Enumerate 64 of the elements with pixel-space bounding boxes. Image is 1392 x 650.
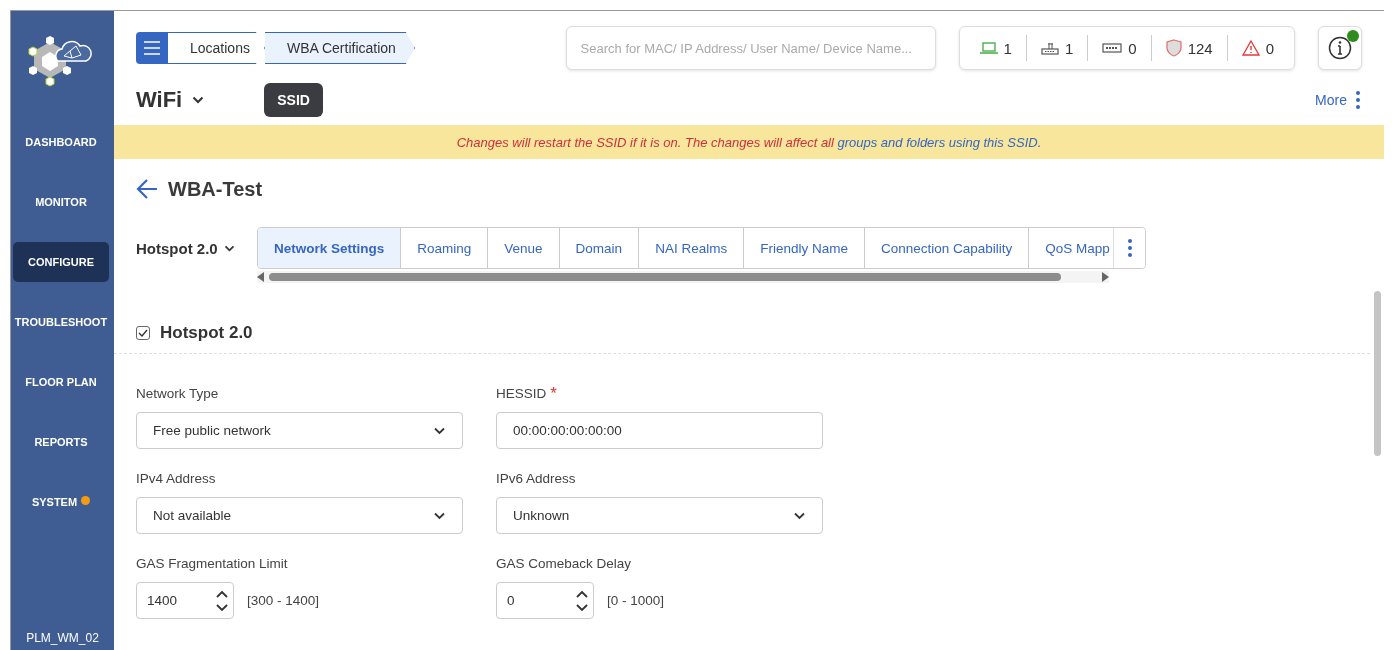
- counter-value[interactable]: 0: [1265, 39, 1274, 57]
- select-field[interactable]: Free public network: [136, 412, 463, 449]
- more-tabs-button[interactable]: [1113, 228, 1145, 268]
- shield-icon: [1165, 39, 1182, 57]
- profile-dropdown[interactable]: Hotspot 2.0: [136, 227, 257, 269]
- nav-item[interactable]: MONITOR: [13, 182, 109, 222]
- laptop-icon: [979, 42, 998, 54]
- checkbox[interactable]: [136, 326, 150, 340]
- more-icon: [1127, 239, 1132, 257]
- search-field[interactable]: Search for MAC/ IP Address/ User Name/ Device Name...: [565, 26, 936, 70]
- nav-item[interactable]: DASHBOARD: [13, 122, 109, 162]
- nav-item[interactable]: CONFIGURE: [13, 242, 109, 282]
- scroll-left-icon[interactable]: [257, 272, 265, 282]
- breadcrumb-item[interactable]: WBA Certification: [264, 32, 415, 64]
- select-field[interactable]: Not available: [136, 497, 463, 534]
- counter-value[interactable]: 0: [1128, 39, 1137, 57]
- nav-item[interactable]: FLOOR PLAN: [13, 362, 109, 402]
- more-button[interactable]: More: [1315, 91, 1360, 109]
- number-field[interactable]: 0: [496, 582, 594, 619]
- field-label: Network Type: [136, 386, 219, 401]
- vertical-scrollbar[interactable]: [1374, 291, 1381, 456]
- groups-link[interactable]: groups and folders using this SSID.: [837, 134, 1042, 150]
- nav-item[interactable]: SYSTEM: [13, 482, 109, 522]
- input-field[interactable]: 00:00:00:00:00:00: [496, 412, 823, 449]
- chevron-down-icon: [433, 511, 446, 520]
- counter-value[interactable]: 124: [1187, 39, 1213, 57]
- switch-icon: [1102, 43, 1123, 53]
- field-label: IPv4 Address: [136, 471, 216, 486]
- warning-message: Changes will restart the SSID if it is on. The changes will affect all groups and folders using this SSID.: [456, 134, 1042, 150]
- back-arrow-icon[interactable]: [136, 179, 158, 199]
- chevron-down-icon: [433, 426, 446, 435]
- warning-icon: [1241, 40, 1260, 56]
- number-field[interactable]: 1400: [136, 582, 234, 619]
- wifi-dropdown[interactable]: WiFi: [136, 87, 205, 113]
- chevron-down-icon: [223, 244, 235, 252]
- field-label: GAS Fragmentation Limit: [136, 556, 288, 571]
- spinner-icon[interactable]: [575, 588, 589, 613]
- select-field[interactable]: Unknown: [496, 497, 823, 534]
- scroll-right-icon[interactable]: [1101, 272, 1109, 282]
- menu-icon: [143, 41, 161, 55]
- spinner-icon[interactable]: [215, 588, 229, 613]
- range-hint: [300 - 1400]: [247, 593, 320, 608]
- router-icon: [1040, 41, 1059, 55]
- field-label: GAS Comeback Delay: [496, 556, 632, 571]
- counter-value[interactable]: 1: [1064, 39, 1074, 57]
- more-icon: [1356, 91, 1360, 109]
- tab[interactable]: Network Settings: [258, 228, 402, 268]
- info-icon: [1328, 36, 1352, 60]
- required-mark: *: [550, 386, 557, 401]
- range-hint: [0 - 1000]: [607, 593, 665, 608]
- field-label: IPv6 Address: [496, 471, 576, 486]
- info-button[interactable]: [1318, 26, 1362, 70]
- counter-value[interactable]: 1: [1003, 39, 1012, 57]
- ssid-badge: SSID: [264, 83, 323, 117]
- nav-item[interactable]: REPORTS: [13, 422, 109, 462]
- horizontal-scrollbar[interactable]: [257, 271, 1109, 283]
- chevron-down-icon: [192, 96, 205, 104]
- chevron-down-icon: [793, 511, 806, 520]
- nav-item[interactable]: TROUBLESHOOT: [13, 302, 109, 342]
- section-title: Hotspot 2.0: [160, 323, 253, 343]
- device-name: PLM_WM_02: [25, 631, 100, 647]
- field-label: HESSID: [496, 386, 547, 401]
- ssid-title: WBA-Test: [168, 177, 263, 201]
- menu-button[interactable]: [136, 32, 168, 64]
